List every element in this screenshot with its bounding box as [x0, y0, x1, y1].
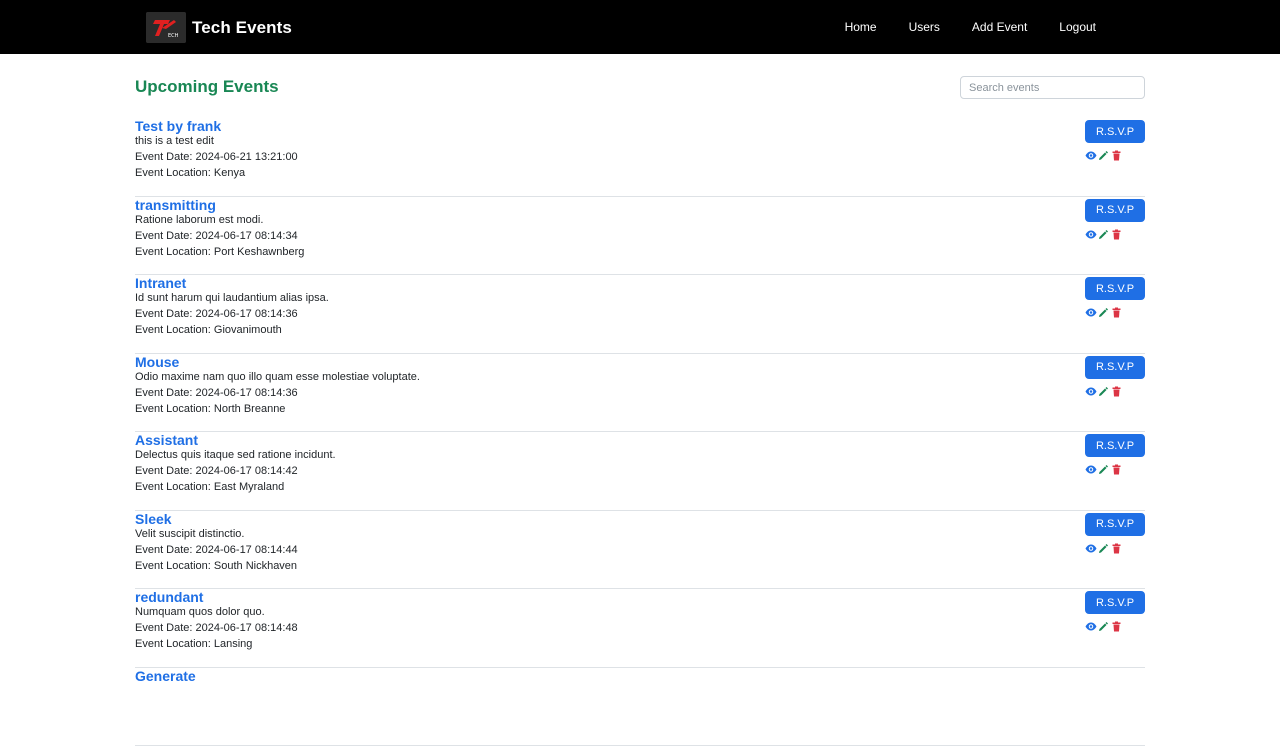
event-item: Mouse Odio maxime nam quo illo quam esse…: [135, 354, 1145, 433]
rsvp-button[interactable]: R.S.V.P: [1085, 434, 1145, 457]
page-title: Upcoming Events: [135, 77, 279, 97]
navbar: ECH Tech Events Home Users Add Event Log…: [0, 0, 1280, 54]
trash-icon[interactable]: [1111, 464, 1122, 475]
nav-add-event[interactable]: Add Event: [956, 20, 1043, 34]
page-header: Upcoming Events: [135, 54, 1145, 118]
event-title-link[interactable]: Mouse: [135, 354, 179, 370]
event-location: Event Location: Kenya: [135, 167, 245, 179]
main-content: Upcoming Events Test by frank this is a …: [135, 54, 1145, 746]
eye-icon[interactable]: [1085, 150, 1096, 161]
event-item: Assistant Delectus quis itaque sed ratio…: [135, 432, 1145, 511]
pencil-icon[interactable]: [1098, 150, 1109, 161]
event-item: redundant Numquam quos dolor quo. Event …: [135, 589, 1145, 668]
event-actions: [1085, 229, 1122, 240]
trash-icon[interactable]: [1111, 229, 1122, 240]
trash-icon[interactable]: [1111, 386, 1122, 397]
nav-users[interactable]: Users: [893, 20, 956, 34]
event-actions: [1085, 307, 1122, 318]
event-description: Velit suscipit distinctio.: [135, 528, 244, 540]
rsvp-button[interactable]: R.S.V.P: [1085, 277, 1145, 300]
event-date: Event Date: 2024-06-17 08:14:34: [135, 230, 298, 242]
event-actions: [1085, 543, 1122, 554]
search-input[interactable]: [960, 76, 1145, 99]
rsvp-button[interactable]: R.S.V.P: [1085, 591, 1145, 614]
event-item: Generate: [135, 668, 1145, 746]
pencil-icon[interactable]: [1098, 543, 1109, 554]
event-description: Odio maxime nam quo illo quam esse moles…: [135, 371, 420, 383]
brand-title: Tech Events: [192, 18, 292, 38]
event-date: Event Date: 2024-06-17 08:14:48: [135, 622, 298, 634]
event-actions: [1085, 150, 1122, 161]
event-title-link[interactable]: transmitting: [135, 197, 216, 213]
event-title-link[interactable]: redundant: [135, 589, 203, 605]
event-title-link[interactable]: Intranet: [135, 275, 186, 291]
event-item: Test by frank this is a test edit Event …: [135, 118, 1145, 197]
event-location: Event Location: North Breanne: [135, 403, 285, 415]
logo-icon: ECH: [146, 12, 186, 43]
pencil-icon[interactable]: [1098, 307, 1109, 318]
event-location: Event Location: Giovanimouth: [135, 324, 282, 336]
event-item: Sleek Velit suscipit distinctio. Event D…: [135, 511, 1145, 590]
event-location: Event Location: Port Keshawnberg: [135, 246, 304, 258]
eye-icon[interactable]: [1085, 307, 1096, 318]
eye-icon[interactable]: [1085, 464, 1096, 475]
pencil-icon[interactable]: [1098, 386, 1109, 397]
event-description: Delectus quis itaque sed ratione incidun…: [135, 449, 336, 461]
pencil-icon[interactable]: [1098, 621, 1109, 632]
event-title-link[interactable]: Assistant: [135, 432, 198, 448]
event-item: transmitting Ratione laborum est modi. E…: [135, 197, 1145, 276]
event-date: Event Date: 2024-06-17 08:14:36: [135, 308, 298, 320]
event-location: Event Location: South Nickhaven: [135, 560, 297, 572]
svg-text:ECH: ECH: [168, 33, 179, 39]
trash-icon[interactable]: [1111, 150, 1122, 161]
event-date: Event Date: 2024-06-17 08:14:42: [135, 465, 298, 477]
event-location: Event Location: East Myraland: [135, 481, 284, 493]
rsvp-button[interactable]: R.S.V.P: [1085, 199, 1145, 222]
trash-icon[interactable]: [1111, 621, 1122, 632]
pencil-icon[interactable]: [1098, 464, 1109, 475]
trash-icon[interactable]: [1111, 307, 1122, 318]
event-description: Id sunt harum qui laudantium alias ipsa.: [135, 292, 329, 304]
eye-icon[interactable]: [1085, 621, 1096, 632]
pencil-icon[interactable]: [1098, 229, 1109, 240]
rsvp-button[interactable]: R.S.V.P: [1085, 120, 1145, 143]
eye-icon[interactable]: [1085, 229, 1096, 240]
trash-icon[interactable]: [1111, 543, 1122, 554]
event-title-link[interactable]: Test by frank: [135, 118, 221, 134]
event-list: Test by frank this is a test edit Event …: [135, 118, 1145, 746]
rsvp-button[interactable]: R.S.V.P: [1085, 356, 1145, 379]
event-date: Event Date: 2024-06-21 13:21:00: [135, 151, 298, 163]
eye-icon[interactable]: [1085, 386, 1096, 397]
event-description: Numquam quos dolor quo.: [135, 606, 265, 618]
event-description: Ratione laborum est modi.: [135, 214, 263, 226]
event-title-link[interactable]: Sleek: [135, 511, 172, 527]
event-date: Event Date: 2024-06-17 08:14:44: [135, 544, 298, 556]
nav-home[interactable]: Home: [829, 20, 893, 34]
event-location: Event Location: Lansing: [135, 638, 252, 650]
event-description: this is a test edit: [135, 135, 214, 147]
rsvp-button[interactable]: R.S.V.P: [1085, 513, 1145, 536]
brand[interactable]: ECH Tech Events: [146, 12, 292, 43]
nav-logout[interactable]: Logout: [1043, 20, 1112, 34]
event-actions: [1085, 386, 1122, 397]
event-date: Event Date: 2024-06-17 08:14:36: [135, 387, 298, 399]
eye-icon[interactable]: [1085, 543, 1096, 554]
event-actions: [1085, 621, 1122, 632]
nav-links: Home Users Add Event Logout: [829, 0, 1112, 54]
event-title-link[interactable]: Generate: [135, 668, 196, 684]
event-item: Intranet Id sunt harum qui laudantium al…: [135, 275, 1145, 354]
event-actions: [1085, 464, 1122, 475]
